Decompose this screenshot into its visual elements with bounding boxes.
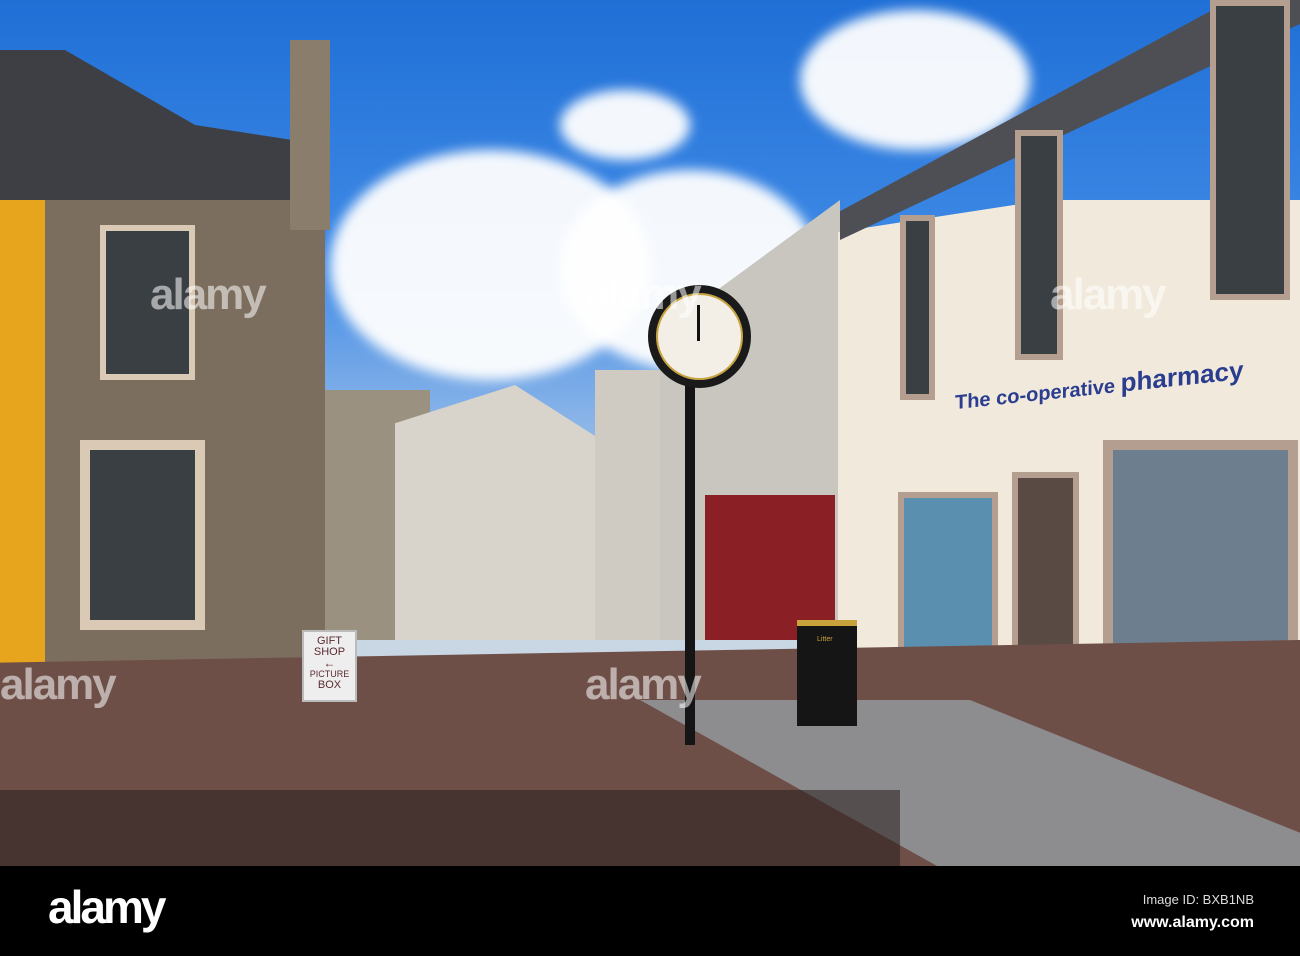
window — [1210, 0, 1290, 300]
site-url[interactable]: www.alamy.com — [1131, 914, 1254, 932]
window — [1015, 130, 1063, 360]
litter-bin: Litter — [797, 620, 857, 726]
watermark: alamy — [150, 270, 267, 319]
shop-front — [705, 495, 835, 640]
window — [900, 215, 935, 400]
arrow-left-icon: ← — [323, 656, 336, 670]
alamy-logo: alamy — [48, 881, 166, 933]
cloud — [560, 90, 690, 160]
slate-roof — [0, 50, 325, 200]
gift-shop-sign: GIFT SHOP ← PICTURE BOX — [302, 630, 357, 702]
image-id: Image ID: BXB1NB — [1142, 892, 1254, 907]
shadow — [0, 790, 900, 866]
watermark: alamy — [1050, 270, 1167, 319]
watermark: alamy — [0, 660, 117, 709]
distant-building — [595, 370, 665, 640]
gable-building — [395, 385, 595, 640]
street-photo: The co-operative pharmacy Litter GIFT SH… — [0, 0, 1300, 866]
footer-bar: alamy Image ID: BXB1NB www.alamy.com — [0, 866, 1300, 956]
window — [80, 440, 205, 630]
sign-text: BOX — [317, 679, 342, 691]
bin-label: Litter — [817, 636, 833, 643]
watermark: alamy — [585, 270, 702, 319]
chimney — [290, 40, 330, 230]
watermark: alamy — [585, 660, 702, 709]
